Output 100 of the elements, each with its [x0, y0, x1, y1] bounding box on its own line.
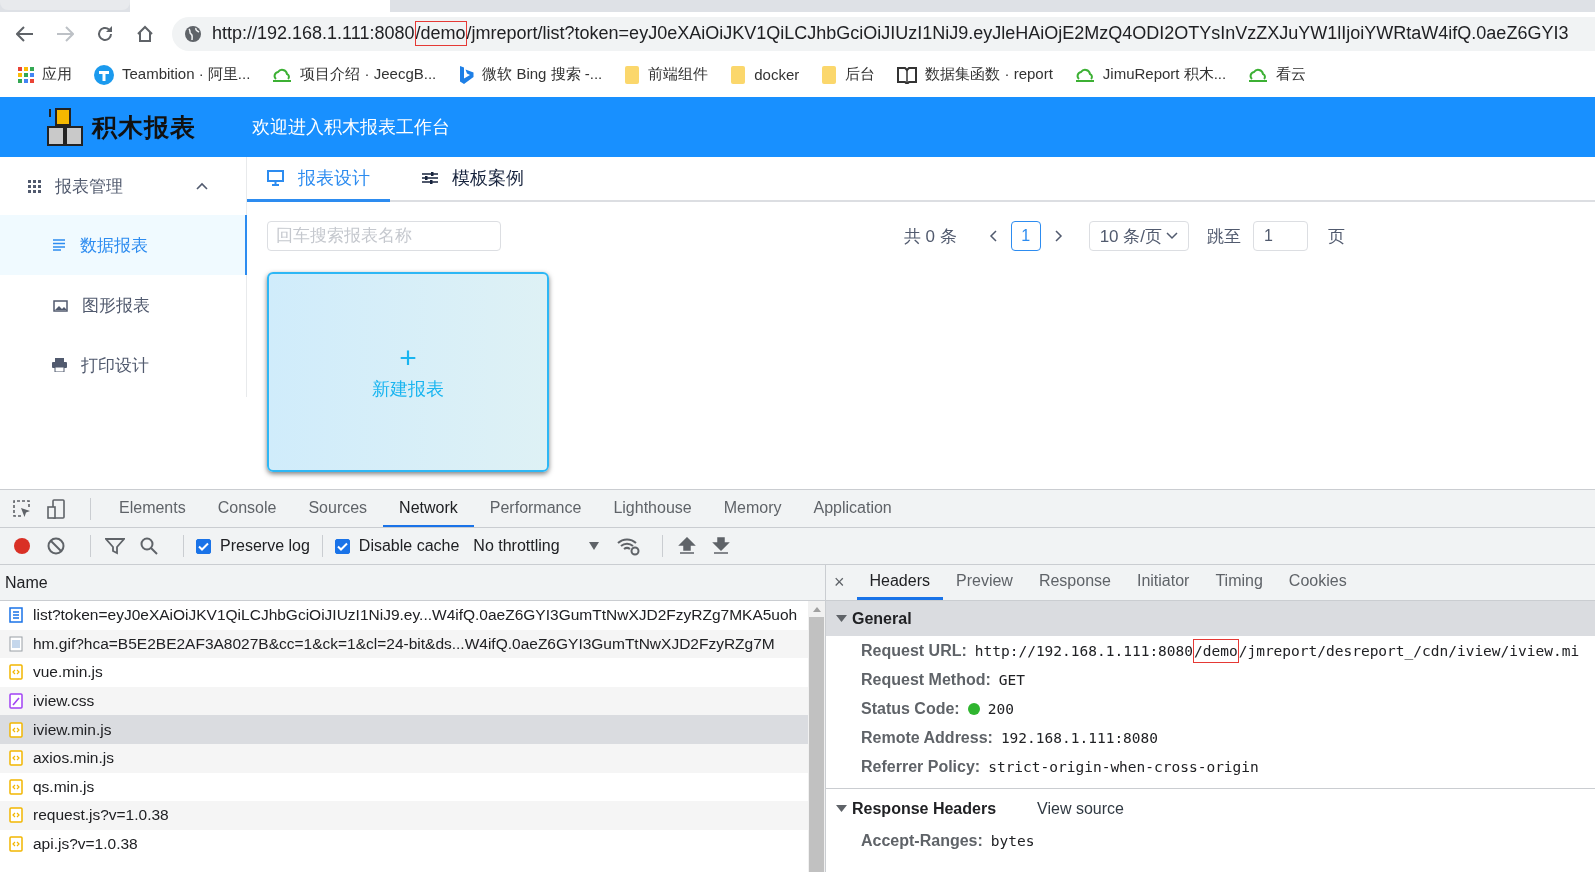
script-file-icon [9, 721, 23, 738]
bookmark[interactable]: Teambition · 阿里... [94, 64, 251, 85]
url-text: http://192.168.1.111:8080 [212, 23, 415, 44]
detail-tab[interactable]: Response [1025, 565, 1124, 600]
cloud-icon [272, 66, 293, 83]
header-value: strict-origin-when-cross-origin [988, 758, 1259, 775]
devtools-tab[interactable]: Performance [473, 490, 598, 527]
request-row[interactable]: request.js?v=1.0.38 [0, 801, 808, 830]
apps-icon [18, 66, 34, 83]
header-value: http://192.168.1.111:8080 [974, 642, 1194, 659]
detail-tab[interactable]: Timing [1202, 565, 1276, 600]
total-count: 共 0 条 [903, 225, 957, 248]
printer-icon [52, 358, 67, 372]
document-icon [9, 607, 23, 624]
bookmark[interactable]: 数据集函数 · report [897, 65, 1053, 84]
page-size-select[interactable]: 10 条/页 [1088, 221, 1189, 251]
view-source-link[interactable]: View source [1037, 799, 1124, 818]
highlight-box: /demo [1193, 638, 1239, 663]
script-file-icon [9, 778, 23, 795]
close-button[interactable]: × [834, 572, 845, 593]
header-value: GET [998, 671, 1025, 688]
detail-tab[interactable]: Preview [943, 565, 1026, 600]
devtools-tab[interactable]: Elements [103, 490, 202, 527]
script-file-icon [9, 836, 23, 853]
header-value: 200 [987, 700, 1014, 717]
bookmark[interactable]: 看云 [1248, 65, 1307, 84]
devtools-tab[interactable]: Memory [707, 490, 798, 527]
header-name: Remote Address: [861, 728, 993, 747]
bookmark[interactable]: 后台 [821, 64, 876, 85]
list-icon [52, 239, 66, 251]
header-name: Request URL: [861, 641, 967, 660]
check-icon [336, 541, 348, 551]
bookmark[interactable]: 微软 Bing 搜索 -... [458, 64, 603, 85]
triangle-icon [836, 804, 847, 813]
header-name: Request Method: [861, 670, 991, 689]
header-value: bytes [990, 832, 1035, 849]
bookmark[interactable]: JimuReport 积木... [1074, 65, 1227, 84]
page-suffix: 页 [1328, 225, 1345, 248]
sidebar-group[interactable]: 报表管理 [0, 157, 246, 215]
welcome-text: 欢迎进入积木报表工作台 [252, 116, 450, 139]
image-file-icon [9, 635, 23, 652]
scrollbar[interactable] [808, 601, 825, 872]
bookmark[interactable]: 前端组件 [624, 64, 709, 85]
bing-icon [458, 64, 475, 85]
bookmark[interactable]: 项目介绍 · JeecgB... [272, 65, 437, 84]
tab[interactable]: 模板案例 [402, 157, 544, 202]
next-page-icon [1052, 230, 1063, 242]
header-name: Status Code: [861, 699, 960, 718]
devtools-tab[interactable]: Console [201, 490, 293, 527]
disable-cache-checkbox[interactable]: Disable cache [334, 537, 460, 555]
folder-icon [624, 64, 641, 85]
logo-text: 积木报表 [92, 111, 196, 143]
triangle-icon [836, 614, 847, 623]
request-row[interactable]: iview.css [0, 686, 808, 716]
devtools-tab[interactable]: Sources [292, 490, 384, 527]
devtools-tab[interactable]: Lighthouse [597, 490, 708, 527]
device-icon[interactable] [44, 496, 68, 521]
folder-icon [730, 64, 747, 85]
sliders-icon [422, 171, 438, 185]
cloud-icon [1248, 66, 1269, 83]
detail-tab[interactable]: Initiator [1123, 565, 1203, 600]
request-row[interactable]: iview.min.js [0, 715, 808, 744]
sidebar-item[interactable]: 打印设计 [0, 335, 247, 395]
request-row[interactable]: hm.gif?hca=B5E2BE2AF3A8027B&cc=1&ck=1&cl=24-bit&ds...W4ifQ.0aeZ6GYI3GumTtNwXJD2FzyRZg7M [0, 629, 808, 659]
stylesheet-file-icon [9, 693, 23, 710]
section-header[interactable]: General [826, 601, 1595, 636]
jump-label: 跳至 [1207, 225, 1241, 248]
script-file-icon [9, 750, 23, 767]
search-field[interactable]: 回车搜索报表名称 [267, 221, 501, 251]
book-icon [897, 65, 918, 84]
header-name: Accept-Ranges: [861, 831, 983, 850]
header-value: 192.168.1.111:8080 [1000, 729, 1159, 746]
name-column-header: Name [0, 565, 825, 601]
caret-icon [587, 541, 600, 551]
tab[interactable]: 报表设计 [247, 157, 390, 202]
check-icon [198, 541, 209, 551]
grid-icon [28, 179, 41, 193]
throttling-select[interactable]: No throttling [473, 537, 600, 555]
caret-icon [1166, 232, 1178, 240]
header-value: /jmreport/desreport_/cdn/iview/iview.mi [1238, 642, 1580, 659]
script-file-icon [9, 664, 23, 681]
sidebar-item[interactable]: 图形报表 [0, 275, 247, 335]
preserve-log-checkbox[interactable]: Preserve log [196, 537, 310, 555]
globe-icon [184, 24, 202, 43]
script-file-icon [9, 807, 23, 824]
cloud-icon [1074, 66, 1095, 83]
reload-icon [96, 24, 114, 43]
previous-page-icon [988, 230, 999, 242]
folder-icon [821, 64, 838, 85]
devtools-tab[interactable]: Application [797, 490, 908, 527]
bookmark[interactable]: docker [730, 64, 800, 85]
bookmark[interactable]: 应用 [18, 65, 72, 84]
highlight-box: /demo [414, 21, 467, 46]
image-icon [52, 298, 68, 312]
detail-tab[interactable]: Cookies [1275, 565, 1360, 600]
monitor-icon [267, 170, 284, 186]
request-row[interactable]: axios.min.js [0, 743, 808, 773]
header-name: Referrer Policy: [861, 757, 981, 776]
teambition-icon [94, 64, 114, 85]
jump-field[interactable]: 1 [1253, 221, 1308, 251]
